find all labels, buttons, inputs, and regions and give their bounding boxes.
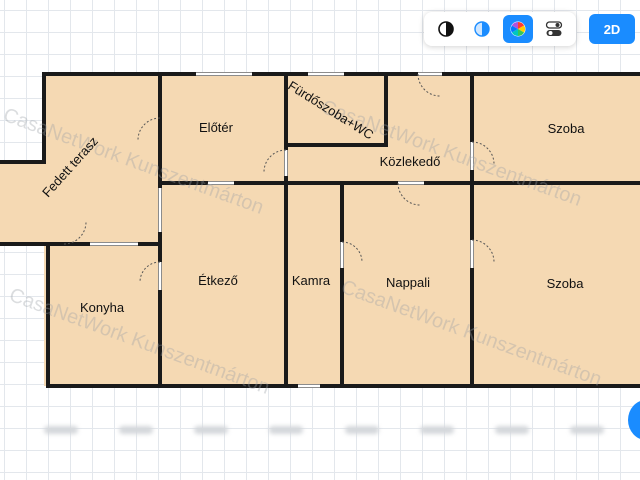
half-circle-icon <box>474 21 490 37</box>
floor-area <box>0 74 640 386</box>
room-label-eloter: Előtér <box>199 120 234 135</box>
blurred-label <box>419 426 454 434</box>
contrast-icon <box>438 21 454 37</box>
color-mode-button[interactable] <box>503 15 533 43</box>
blurred-label <box>44 426 78 434</box>
room-label-konyha: Konyha <box>80 300 125 315</box>
view-toolbar <box>424 12 576 46</box>
color-wheel-icon <box>510 21 526 37</box>
toggle-button[interactable] <box>539 15 569 43</box>
half-fill-button[interactable] <box>467 15 497 43</box>
blurred-label <box>494 426 529 434</box>
contrast-button[interactable] <box>431 15 461 43</box>
blurred-label <box>344 426 379 434</box>
blurred-dimension-labels <box>44 418 604 442</box>
blurred-label <box>119 426 154 434</box>
toggle-icon <box>545 21 563 36</box>
room-label-kamra: Kamra <box>292 273 331 288</box>
blurred-label <box>194 426 229 434</box>
room-label-etkezo: Étkező <box>198 273 238 288</box>
blurred-label <box>269 426 304 434</box>
view-2d-button[interactable]: 2D <box>589 14 635 44</box>
room-label-kozlekedo: Közlekedő <box>380 154 441 169</box>
floor-plan: CasaNetWork Kunszentmárton CasaNetWork K… <box>0 72 640 399</box>
blurred-label <box>569 426 604 434</box>
room-label-nappali: Nappali <box>386 275 430 290</box>
room-label-szoba-top: Szoba <box>548 121 586 136</box>
room-label-szoba-bottom: Szoba <box>547 276 585 291</box>
